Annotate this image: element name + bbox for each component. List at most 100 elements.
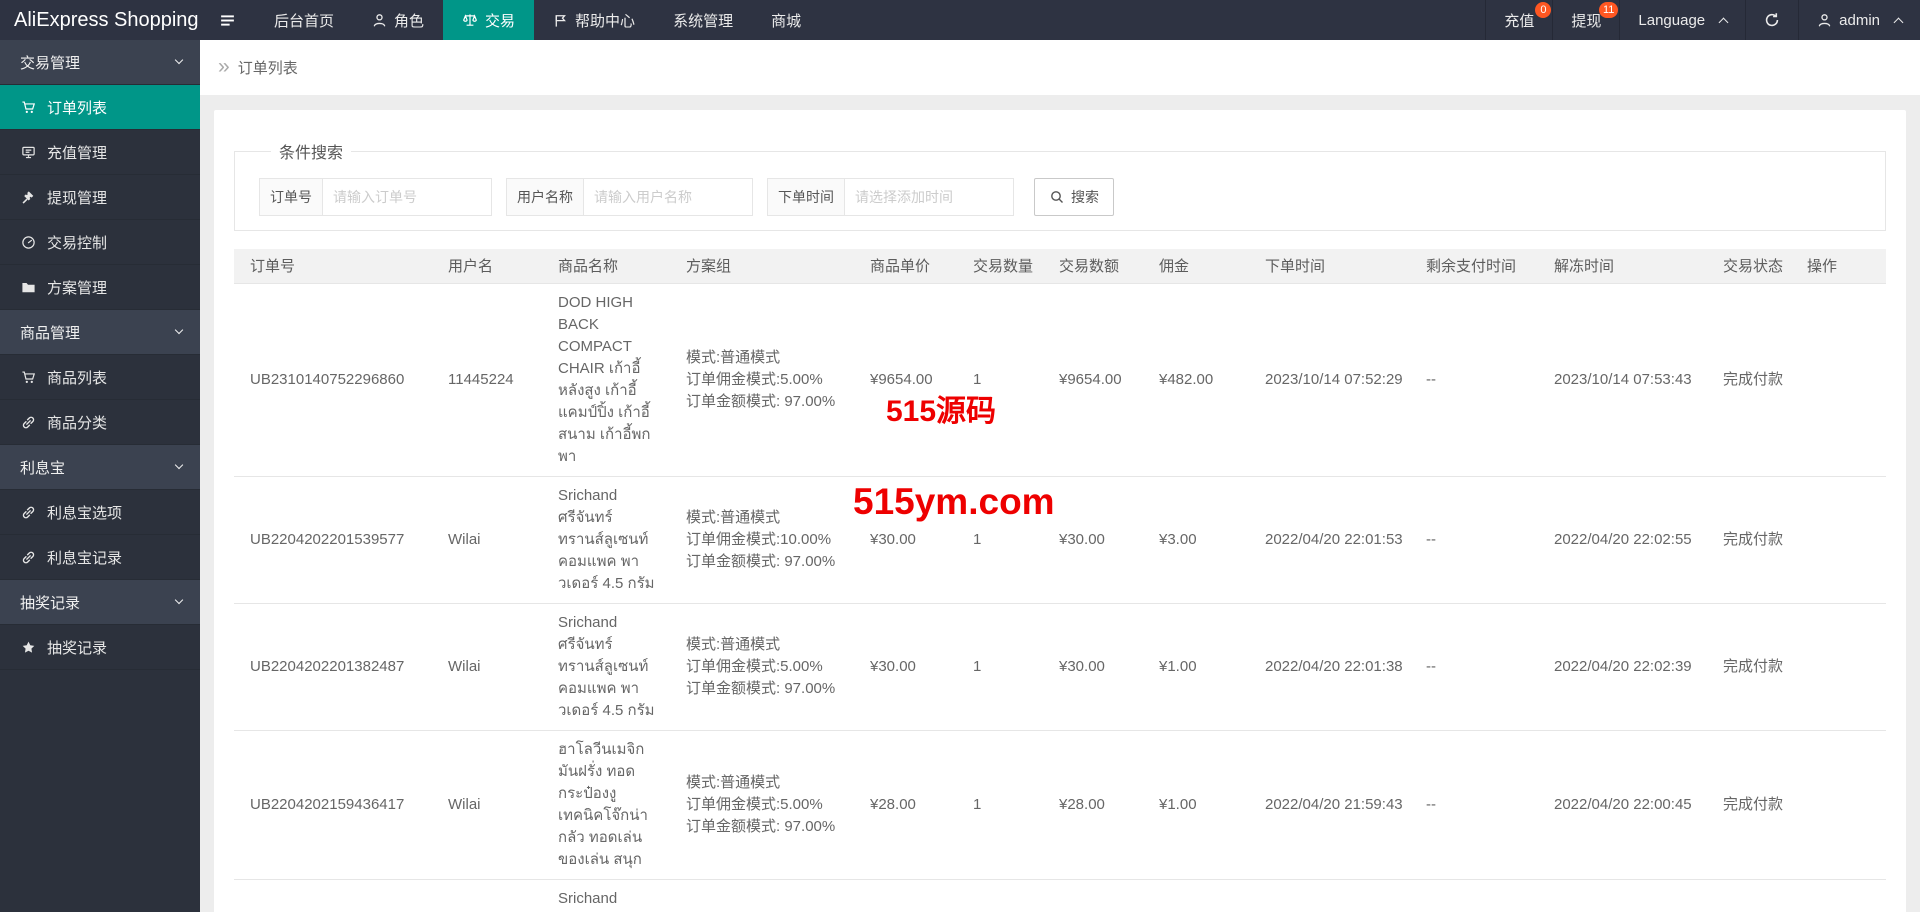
search-button[interactable]: 搜索: [1034, 178, 1114, 216]
gauge-icon: [20, 235, 36, 250]
topnav-item-4[interactable]: 系统管理: [654, 0, 752, 40]
plan-group-cell: 模式:普通模式订单佣金模式:10.00%订单金额模式: 97.00%: [674, 476, 858, 604]
cart-icon: [20, 370, 36, 385]
order-time-cell: 2023/10/14 07:52:29: [1253, 283, 1414, 477]
plan-group-cell: 模式:普通模式订单佣金模式:10.00%订单金额模式: 97.00%: [674, 879, 858, 912]
flag-icon: [553, 13, 568, 28]
topnav-item-label: 后台首页: [274, 12, 335, 30]
column-header: 佣金: [1147, 249, 1253, 284]
column-header: 交易数额: [1047, 249, 1147, 284]
plan-line: 订单金额模式: 97.00%: [686, 679, 836, 697]
username-cell: Wilai: [436, 730, 546, 880]
action-cell: [1795, 730, 1886, 880]
status-cell: 完成付款: [1711, 476, 1795, 604]
unfreeze-time-cell: 2022/04/20 22:02:55: [1542, 476, 1711, 604]
plan-group-cell: 模式:普通模式 订单佣金模式:5.00% 订单金额模式: 97.00%: [674, 730, 858, 880]
topnav-item-2[interactable]: 交易: [443, 0, 535, 40]
column-header: 剩余支付时间: [1414, 249, 1542, 284]
sidebar-label: 提现管理: [47, 189, 108, 207]
quantity-cell: 1: [961, 283, 1047, 477]
column-header: 商品单价: [858, 249, 961, 284]
plan-line: 订单佣金模式:10.00%: [686, 530, 832, 548]
unfreeze-time-cell: 2022/04/20 22:02:39: [1542, 603, 1711, 731]
sidebar-group-12[interactable]: 抽奖记录: [0, 580, 200, 625]
topnav-withdraw[interactable]: 提现 11: [1552, 0, 1619, 40]
search-field-1: 用户名称: [506, 178, 753, 216]
sidebar-item-2[interactable]: 充值管理: [0, 130, 200, 175]
search-button-label: 搜索: [1071, 189, 1099, 205]
unit-price-cell: ¥28.00: [858, 730, 961, 880]
topnav-item-0[interactable]: 后台首页: [255, 0, 353, 40]
scales-icon: [462, 12, 478, 28]
link-icon: [20, 505, 36, 520]
sidebar-item-3[interactable]: 提现管理: [0, 175, 200, 220]
topnav-admin-label: admin: [1839, 11, 1880, 29]
topnav-language[interactable]: Language: [1619, 0, 1745, 40]
action-cell: [1795, 283, 1886, 477]
topnav-menu: 后台首页 角色 交易 帮助中心 系统管理 商城: [255, 0, 820, 40]
table-row: UB2310140752296860 11445224 DOD HIGH BACK …: [234, 283, 1886, 477]
column-header: 下单时间: [1253, 249, 1414, 284]
admin-icon: [1817, 13, 1832, 28]
search-input-2[interactable]: [844, 178, 1014, 216]
quantity-cell: 1: [961, 603, 1047, 731]
sidebar-label: 商品管理: [20, 324, 81, 342]
plan-line: 订单佣金模式:5.00%: [686, 370, 823, 388]
link-icon: [20, 550, 36, 565]
username-cell: Wilai: [436, 476, 546, 604]
sidebar-label: 利息宝选项: [47, 504, 123, 522]
topnav-recharge[interactable]: 充值 0: [1485, 0, 1552, 40]
quantity-cell: 1: [961, 730, 1047, 880]
commission-cell: ¥1.00: [1147, 730, 1253, 880]
sidebar-item-13[interactable]: 抽奖记录: [0, 625, 200, 670]
search-field-label: 用户名称: [506, 178, 583, 216]
sidebar-item-4[interactable]: 交易控制: [0, 220, 200, 265]
unit-price-cell: ¥30.00: [858, 603, 961, 731]
search-input-1[interactable]: [583, 178, 753, 216]
chevron-up-icon: [1893, 17, 1904, 28]
sidebar-item-10[interactable]: 利息宝选项: [0, 490, 200, 535]
order-number-cell: UB2204202201382487: [234, 603, 436, 731]
topnav-refresh[interactable]: [1745, 0, 1798, 40]
table-row: UB2204202159436417 Wilai ฮาโลวีนเมจิกมันฝร…: [234, 730, 1886, 880]
sidebar-item-1[interactable]: 订单列表: [0, 85, 200, 130]
sidebar-item-8[interactable]: 商品分类: [0, 400, 200, 445]
order-number-cell: UB2204202201539577: [234, 476, 436, 604]
topnav-item-5[interactable]: 商城: [752, 0, 820, 40]
sidebar-group-6[interactable]: 商品管理: [0, 310, 200, 355]
unfreeze-time-cell: 2022/04/20 22:00:45: [1542, 730, 1711, 880]
commission-cell: ¥3.00: [1147, 879, 1253, 912]
content: 条件搜索 订单号用户名称下单时间搜索 订单号用户名商品名称方案组商品单价交易数量…: [200, 95, 1920, 912]
star-icon: [20, 640, 36, 655]
search-panel: 条件搜索 订单号 用户名称 下单时间 搜索: [234, 139, 1886, 231]
refresh-icon: [1764, 12, 1780, 28]
topnav-item-3[interactable]: 帮助中心: [534, 0, 654, 40]
column-header: 方案组: [674, 249, 858, 284]
plan-group-cell: 模式:普通模式 订单佣金模式:5.00% 订单金额模式: 97.00%: [674, 283, 858, 477]
sidebar-group-0[interactable]: 交易管理: [0, 40, 200, 85]
product-name-cell: Srichand ศรีจันทร์ ทรานส์ลูเซนท์ คอมแพค …: [546, 476, 674, 604]
sidebar-item-5[interactable]: 方案管理: [0, 265, 200, 310]
order-table: 订单号 用户名 商品名称 方案组 商品单价 交易数量 交易数额 佣金 下单时间 剩余支付时间 解冻时…: [234, 249, 1886, 912]
action-cell: [1795, 879, 1886, 912]
plan-group-cell: 模式:普通模式 订单佣金模式:5.00% 订单金额模式: 97.00%: [674, 603, 858, 731]
sidebar-item-11[interactable]: 利息宝记录: [0, 535, 200, 580]
topnav-item-1[interactable]: 角色: [353, 0, 443, 40]
search-input-0[interactable]: [322, 178, 492, 216]
breadcrumb: » 订单列表: [200, 40, 1920, 95]
quantity-cell: 1: [961, 879, 1047, 912]
menu-toggle-button[interactable]: [200, 0, 255, 40]
unit-price-cell: ¥30.00: [858, 879, 961, 912]
folder-icon: [20, 280, 36, 295]
sidebar-group-9[interactable]: 利息宝: [0, 445, 200, 490]
chevron-up-icon: [1718, 17, 1729, 28]
plan-line: 模式:普通模式: [686, 508, 781, 526]
sidebar-item-7[interactable]: 商品列表: [0, 355, 200, 400]
topnav-admin[interactable]: admin: [1798, 0, 1920, 40]
topnav-item-label: 交易: [485, 12, 516, 30]
commission-cell: ¥3.00: [1147, 476, 1253, 604]
sidebar-label: 交易管理: [20, 54, 81, 72]
topnav-item-label: 系统管理: [673, 12, 734, 30]
status-cell: 完成付款: [1711, 283, 1795, 477]
column-header: 用户名: [436, 249, 546, 284]
